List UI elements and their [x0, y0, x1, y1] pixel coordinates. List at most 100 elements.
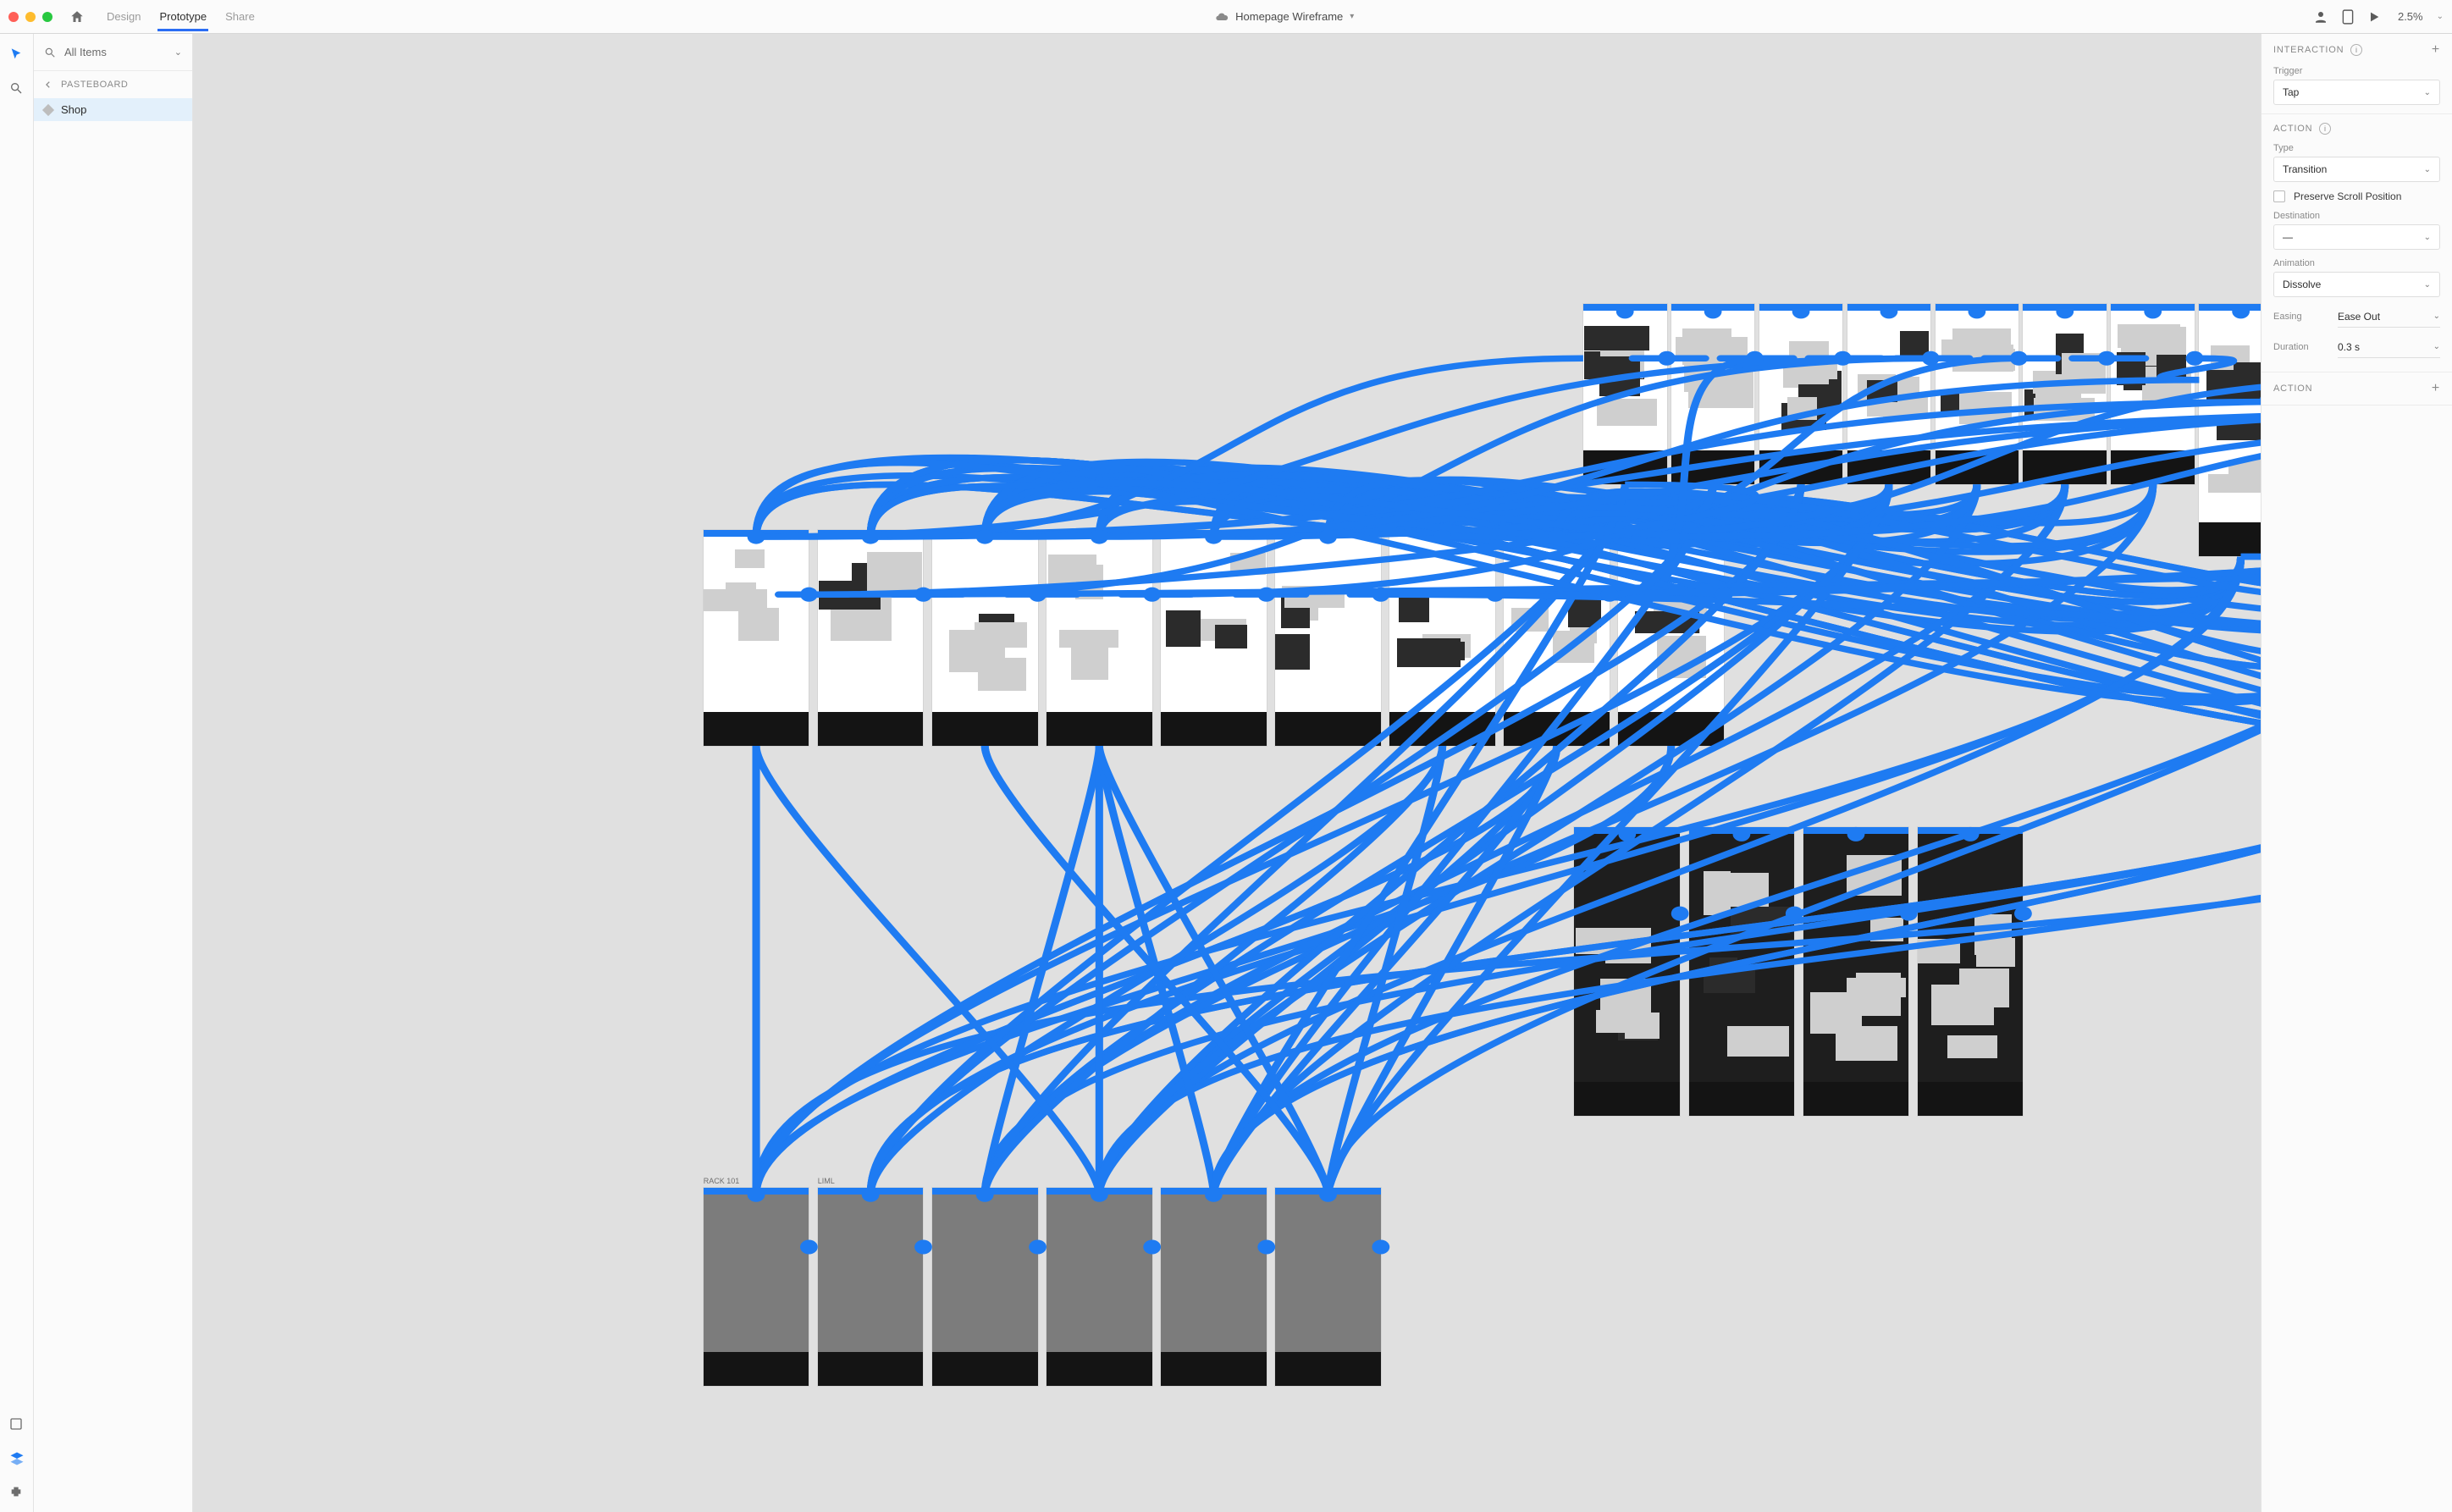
artboard[interactable]	[1047, 1188, 1152, 1386]
artboard-selection-bar	[1047, 1188, 1152, 1195]
thumbnail	[1230, 553, 1266, 575]
tab-prototype[interactable]: Prototype	[157, 2, 208, 31]
cloud-icon	[1215, 10, 1229, 24]
tab-share[interactable]: Share	[224, 2, 257, 31]
artboard[interactable]	[1936, 304, 2019, 484]
preserve-scroll-row[interactable]: Preserve Scroll Position	[2273, 190, 2440, 202]
artboard-footer	[1275, 1352, 1381, 1386]
artboard-selection-bar	[704, 1188, 809, 1195]
canvas[interactable]: RACK 101LIML	[193, 34, 2261, 1512]
artboard[interactable]	[1618, 530, 1724, 747]
artboard-footer	[1504, 712, 1610, 746]
artboard[interactable]	[1161, 1188, 1267, 1386]
type-select[interactable]: Transition ⌄	[2273, 157, 2440, 182]
artboard[interactable]: RACK 101	[704, 1188, 809, 1386]
zoom-value[interactable]: 2.5%	[2394, 10, 2423, 23]
easing-select[interactable]: Ease Out ⌄	[2338, 306, 2440, 328]
artboard-selection-bar	[1918, 827, 2024, 834]
artboard[interactable]	[1161, 530, 1267, 747]
artboard-selection-bar	[1389, 530, 1495, 537]
artboard[interactable]	[1047, 530, 1152, 747]
action-header: ACTION i	[2273, 123, 2440, 135]
artboard[interactable]	[1275, 1188, 1381, 1386]
artboard-footer	[2111, 450, 2195, 484]
layers-icon[interactable]	[9, 1451, 25, 1466]
destination-select[interactable]: — ⌄	[2273, 224, 2440, 250]
artboard[interactable]	[1389, 530, 1495, 747]
animation-select[interactable]: Dissolve ⌄	[2273, 272, 2440, 297]
artboard[interactable]	[1583, 304, 1667, 484]
artboard[interactable]	[1847, 304, 1931, 484]
zoom-chevron-icon[interactable]: ⌄	[2437, 12, 2444, 21]
trigger-select[interactable]: Tap ⌄	[2273, 80, 2440, 105]
device-preview-icon[interactable]	[2342, 9, 2354, 25]
select-tool-icon[interactable]	[9, 47, 25, 63]
preserve-scroll-checkbox[interactable]	[2273, 190, 2285, 202]
zoom-window-button[interactable]	[42, 12, 52, 22]
thumbnail	[1704, 871, 1731, 897]
titlebar-right: 2.5% ⌄	[2313, 9, 2444, 25]
minimize-window-button[interactable]	[25, 12, 36, 22]
chevron-down-icon: ⌄	[174, 47, 182, 58]
artboard-footer	[1574, 1082, 1680, 1116]
document-title[interactable]: Homepage Wireframe ▾	[263, 10, 2306, 24]
assets-filter-label: All Items	[64, 46, 166, 58]
home-icon[interactable]	[68, 8, 86, 26]
artboard-footer	[932, 1352, 1038, 1386]
artboard-footer	[704, 1352, 809, 1386]
search-icon[interactable]	[9, 81, 25, 97]
chevron-down-icon: ▾	[1350, 12, 1354, 21]
artboard-footer	[818, 1352, 924, 1386]
asset-row[interactable]: Shop	[34, 98, 192, 121]
close-window-button[interactable]	[8, 12, 19, 22]
assets-filter[interactable]: All Items ⌄	[34, 34, 192, 71]
artboard-title: LIML	[818, 1177, 835, 1185]
chevron-down-icon: ⌄	[2433, 312, 2440, 321]
artboard[interactable]: LIML	[818, 1188, 924, 1386]
thumbnail	[1166, 610, 1201, 647]
artboard[interactable]	[1504, 530, 1610, 747]
tab-design[interactable]: Design	[105, 2, 142, 31]
artboard[interactable]	[1671, 304, 1755, 484]
thumbnail	[1931, 985, 1994, 1026]
inspector-interaction-section: INTERACTION i + Trigger Tap ⌄	[2261, 34, 2452, 114]
add-action-button[interactable]: +	[2432, 381, 2440, 396]
play-icon[interactable]	[2367, 10, 2381, 24]
artboard[interactable]	[2111, 304, 2195, 484]
artboard[interactable]	[1803, 827, 1909, 1116]
artboard[interactable]	[2023, 304, 2107, 484]
info-icon[interactable]: i	[2350, 44, 2362, 56]
avatar-icon[interactable]	[2313, 9, 2328, 25]
artboard[interactable]	[1574, 827, 1680, 1116]
artboard-footer	[1689, 1082, 1795, 1116]
artboard-footer	[1275, 712, 1381, 746]
artboard[interactable]	[932, 530, 1038, 747]
artboard[interactable]	[1275, 530, 1381, 747]
plugins-icon[interactable]	[9, 1485, 25, 1500]
easing-label: Easing	[2273, 312, 2338, 322]
artboard[interactable]	[1759, 304, 1843, 484]
chevron-down-icon: ⌄	[2424, 233, 2431, 242]
info-icon[interactable]: i	[2319, 123, 2331, 135]
assets-group-header[interactable]: PASTEBOARD	[34, 71, 192, 98]
document-title-text: Homepage Wireframe	[1235, 10, 1343, 23]
thumbnail	[1511, 608, 1549, 632]
libraries-icon[interactable]	[9, 1417, 25, 1432]
artboard[interactable]	[2199, 304, 2261, 556]
artboard[interactable]	[818, 530, 924, 747]
artboard[interactable]	[1689, 827, 1795, 1116]
preserve-scroll-label: Preserve Scroll Position	[2294, 190, 2401, 202]
artboard[interactable]	[932, 1188, 1038, 1386]
artboard[interactable]	[1918, 827, 2024, 1116]
thumbnail	[1553, 631, 1594, 662]
thumbnail	[738, 608, 778, 641]
chevron-down-icon: ⌄	[2433, 342, 2440, 351]
duration-select[interactable]: 0.3 s ⌄	[2338, 336, 2440, 358]
artboard-footer	[1389, 712, 1495, 746]
add-interaction-button[interactable]: +	[2432, 42, 2440, 58]
artboard[interactable]	[704, 530, 809, 747]
artboard-title: RACK 101	[704, 1177, 740, 1185]
artboard-selection-bar	[818, 530, 924, 537]
assets-group-label: PASTEBOARD	[61, 80, 128, 90]
inspector: INTERACTION i + Trigger Tap ⌄ ACTION i T…	[2261, 34, 2452, 1512]
